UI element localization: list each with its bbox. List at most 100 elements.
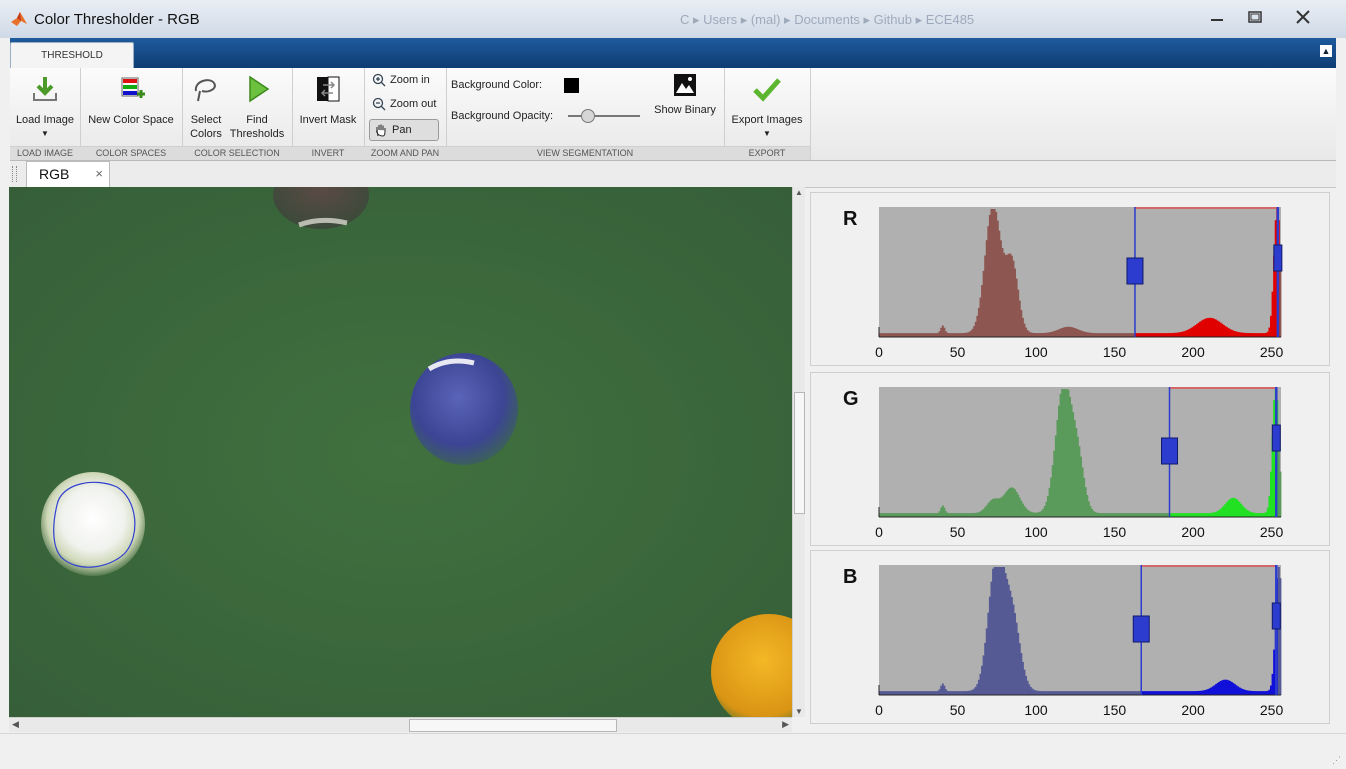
section-zoom-and-pan: Zoom in Zoom out Pan ZOOM AND PAN	[364, 68, 447, 160]
window-title: Color Thresholder - RGB	[34, 11, 200, 28]
horizontal-scrollbar[interactable]: ◀ ▶	[9, 717, 792, 732]
x-tick-label: 250	[1260, 702, 1284, 718]
pan-button[interactable]: Pan	[369, 119, 439, 141]
high-threshold-handle[interactable]	[1273, 244, 1283, 272]
toolstrip-tabbar: THRESHOLD ▲	[10, 38, 1336, 69]
pan-label: Pan	[392, 124, 412, 136]
scroll-left-icon[interactable]: ◀	[12, 719, 19, 730]
new-color-space-label: New Color Space	[88, 114, 174, 126]
x-tick-label: 100	[1024, 524, 1048, 540]
section-invert: Invert Mask INVERT	[292, 68, 365, 160]
zoom-out-button[interactable]: Zoom out	[372, 94, 436, 114]
histogram-panel-g: G 0 50 100 150 200 250	[810, 372, 1330, 546]
show-binary-label: Show Binary	[654, 104, 716, 116]
maximize-button[interactable]	[1238, 6, 1272, 28]
x-tick-label: 50	[950, 702, 966, 718]
x-tick-label: 0	[875, 702, 883, 718]
select-colors-label: Select Colors	[190, 114, 222, 140]
opacity-slider-track[interactable]	[568, 115, 640, 117]
zoom-in-button[interactable]: Zoom in	[372, 70, 430, 90]
section-caption: COLOR SPACES	[80, 146, 182, 160]
low-threshold-handle[interactable]	[1161, 437, 1179, 465]
vertical-scroll-thumb[interactable]	[794, 392, 805, 514]
freehand-select-icon	[194, 79, 216, 102]
zoom-out-icon	[372, 97, 386, 111]
scroll-up-icon[interactable]: ▲	[795, 188, 803, 197]
export-images-button[interactable]: Export Images ▼	[728, 73, 806, 141]
document-tab-rgb[interactable]: RGB ×	[26, 161, 110, 187]
dropdown-arrow-icon: ▼	[763, 129, 771, 138]
binary-image-icon	[674, 74, 696, 96]
histogram-r[interactable]: R 0 50 100 150 200 250	[811, 193, 1329, 365]
tab-threshold[interactable]: THRESHOLD	[10, 42, 134, 69]
section-caption: LOAD IMAGE	[10, 146, 80, 160]
section-load-image: Load Image ▼ LOAD IMAGE	[10, 68, 81, 160]
dropdown-arrow-icon: ▼	[41, 129, 49, 138]
high-threshold-handle[interactable]	[1271, 602, 1281, 630]
section-view-segmentation: Background Color: Background Opacity: Sh…	[446, 68, 725, 160]
show-binary-button[interactable]: Show Binary	[650, 73, 720, 117]
new-color-space-button[interactable]: New Color Space	[86, 73, 176, 127]
x-tick-label: 200	[1181, 344, 1205, 360]
find-thresholds-label: Find Thresholds	[229, 114, 285, 140]
x-tick-label: 150	[1103, 344, 1127, 360]
x-tick-label: 100	[1024, 702, 1048, 718]
histogram-plot-area	[879, 565, 1281, 695]
x-tick-label: 0	[875, 524, 883, 540]
histogram-g[interactable]: G 0 50 100 150 200 250	[811, 373, 1329, 545]
histogram-panel-b: B 0 50 100 150 200 250	[810, 550, 1330, 724]
close-window-button[interactable]	[1278, 6, 1328, 28]
download-arrow-icon	[33, 77, 57, 101]
histogram-panel-r: R 0 50 100 150 200 250	[810, 192, 1330, 366]
x-tick-label: 250	[1260, 524, 1284, 540]
checkmark-icon	[753, 78, 781, 102]
low-threshold-handle[interactable]	[1132, 615, 1150, 643]
invert-mask-button[interactable]: Invert Mask	[296, 73, 360, 127]
high-threshold-handle[interactable]	[1271, 424, 1281, 452]
low-threshold-handle[interactable]	[1126, 257, 1144, 285]
x-tick-label: 150	[1103, 524, 1127, 540]
x-tick-label: 50	[950, 344, 966, 360]
channel-label: R	[843, 208, 858, 230]
opacity-slider-thumb[interactable]	[581, 109, 596, 123]
image-viewer[interactable]	[9, 187, 792, 717]
title-bar: Color Thresholder - RGB C ▸ Users ▸ (mal…	[0, 0, 1346, 38]
select-colors-button[interactable]: Select Colors	[186, 73, 226, 141]
scroll-right-icon[interactable]: ▶	[782, 719, 789, 730]
histogram-plot-area	[879, 207, 1281, 337]
close-icon	[1296, 10, 1310, 24]
section-caption: EXPORT	[724, 146, 810, 160]
section-color-spaces: New Color Space COLOR SPACES	[80, 68, 183, 160]
background-color-swatch[interactable]	[564, 78, 579, 93]
load-image-button[interactable]: Load Image ▼	[14, 73, 76, 141]
close-tab-icon[interactable]: ×	[95, 166, 103, 181]
scroll-down-icon[interactable]: ▼	[795, 707, 803, 716]
invert-mask-label: Invert Mask	[299, 114, 357, 126]
pool-table-image	[9, 187, 792, 717]
vertical-scrollbar[interactable]: ▲ ▼	[792, 187, 805, 717]
x-tick-label: 0	[875, 344, 883, 360]
minimize-icon	[1211, 19, 1223, 21]
section-caption: ZOOM AND PAN	[364, 146, 446, 160]
zoom-out-label: Zoom out	[390, 98, 437, 110]
minimize-button[interactable]	[1202, 6, 1232, 28]
horizontal-scroll-thumb[interactable]	[409, 719, 617, 732]
histogram-b[interactable]: B 0 50 100 150 200 250	[811, 551, 1329, 723]
section-caption: INVERT	[292, 146, 364, 160]
collapse-toolstrip-button[interactable]: ▲	[1320, 45, 1332, 57]
section-caption: COLOR SELECTION	[182, 146, 292, 160]
matlab-icon	[11, 12, 27, 26]
new-color-space-icon	[121, 77, 145, 98]
document-tabbar: RGB ×	[10, 161, 1336, 188]
invert-mask-icon	[317, 76, 340, 102]
x-tick-label: 250	[1260, 344, 1284, 360]
channel-label: B	[843, 566, 857, 588]
x-tick-label: 50	[950, 524, 966, 540]
find-thresholds-button[interactable]: Find Thresholds	[228, 73, 286, 141]
color-thresholder-window: Color Thresholder - RGB C ▸ Users ▸ (mal…	[0, 0, 1346, 769]
background-color-label: Background Color:	[451, 79, 543, 91]
drag-grip-icon[interactable]	[12, 166, 17, 182]
resize-grip-icon[interactable]: ⋰	[1332, 755, 1342, 765]
status-bar: ⋰	[0, 733, 1346, 769]
zoom-in-label: Zoom in	[390, 74, 430, 86]
